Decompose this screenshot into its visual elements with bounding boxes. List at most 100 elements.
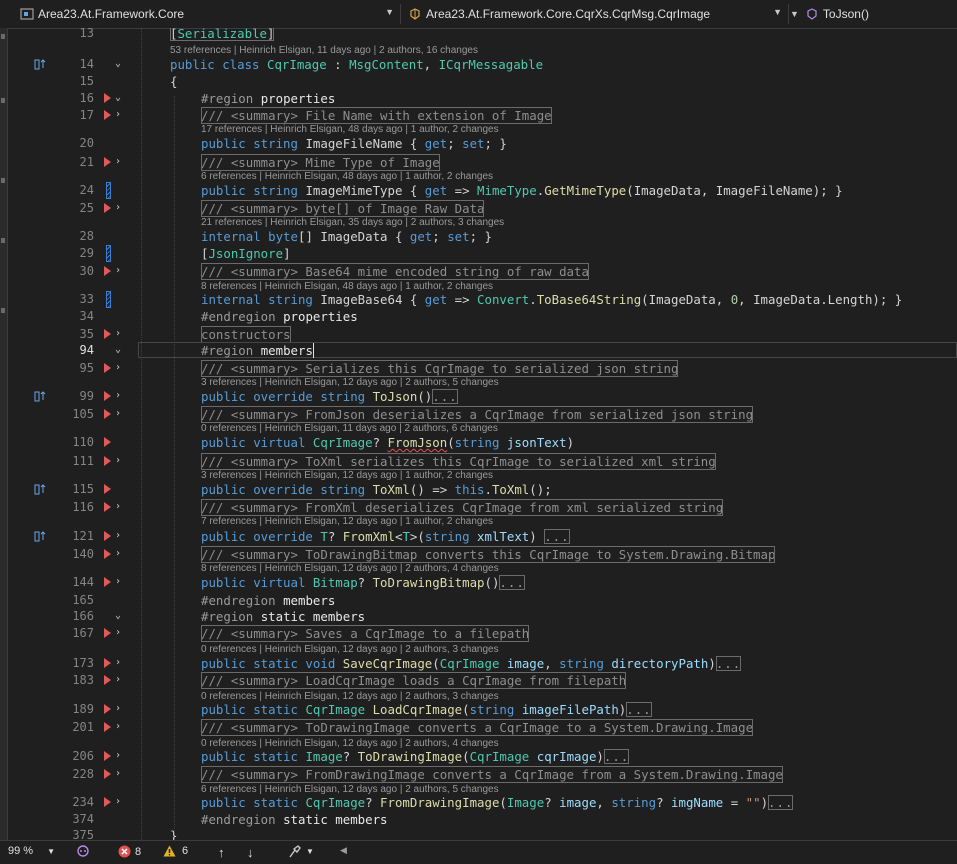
breakpoint-marker[interactable]: [104, 203, 111, 213]
code-editor[interactable]: 13 [Serializable] 53 references | Heinri…: [8, 28, 957, 840]
project-dropdown[interactable]: Area23.At.Framework.Core ▼: [16, 4, 401, 24]
implements-icon[interactable]: [34, 58, 48, 70]
code-line[interactable]: 13 [Serializable]: [8, 28, 957, 42]
breakpoint-marker[interactable]: [104, 722, 111, 732]
breakpoint-marker[interactable]: [104, 409, 111, 419]
breakpoint-marker[interactable]: [104, 502, 111, 512]
expand-chevron-icon[interactable]: ›: [112, 156, 124, 168]
breakpoint-marker[interactable]: [104, 391, 111, 401]
expand-chevron-icon[interactable]: ›: [112, 721, 124, 733]
code-line[interactable]: 24 public string ImageMimeType { get => …: [8, 182, 957, 199]
overrides-icon[interactable]: [34, 530, 48, 542]
code-line[interactable]: 375 }: [8, 827, 957, 840]
breakpoint-marker[interactable]: [104, 456, 111, 466]
expand-chevron-icon[interactable]: ›: [112, 408, 124, 420]
expand-chevron-icon[interactable]: ›: [112, 109, 124, 121]
code-line[interactable]: 173 › public static void SaveCqrImage(Cq…: [8, 655, 957, 672]
breakpoint-marker[interactable]: [104, 675, 111, 685]
expand-chevron-icon[interactable]: ›: [112, 455, 124, 467]
expand-chevron-icon[interactable]: ›: [112, 796, 124, 808]
previous-issue-arrow-icon[interactable]: ↑: [218, 845, 225, 860]
member-dropdown[interactable]: ▼ ToJson(): [790, 4, 957, 24]
breakpoint-marker[interactable]: [104, 531, 111, 541]
copilot-icon[interactable]: [76, 845, 90, 857]
code-line[interactable]: 144 › public virtual Bitmap? ToDrawingBi…: [8, 574, 957, 591]
next-issue-arrow-icon[interactable]: ↓: [247, 845, 254, 860]
scroll-left-arrow-icon[interactable]: ◀: [340, 845, 347, 856]
collapsed-doc-comment[interactable]: /// <summary> ToDrawingImage converts a …: [201, 719, 754, 736]
codelens-text[interactable]: 7 references | Heinrich Elsigan, 12 days…: [201, 516, 493, 527]
breakpoint-marker[interactable]: [104, 797, 111, 807]
code-line[interactable]: 189 › public static CqrImage LoadCqrImag…: [8, 701, 957, 718]
expand-chevron-icon[interactable]: ›: [112, 265, 124, 277]
code-line[interactable]: 121 › public override T? FromXml<T>(stri…: [8, 528, 957, 545]
code-line[interactable]: 33 internal string ImageBase64 { get => …: [8, 291, 957, 308]
code-line[interactable]: 16 ⌄ #region properties: [8, 90, 957, 107]
collapse-chevron-icon[interactable]: ⌄: [112, 610, 124, 622]
breakpoint-marker[interactable]: [104, 484, 111, 494]
zoom-dropdown[interactable]: 99 % ▼: [8, 845, 72, 857]
code-line[interactable]: 167 › /// <summary> Saves a CqrImage to …: [8, 625, 957, 642]
code-line[interactable]: 35 › constructors: [8, 326, 957, 343]
codelens-text[interactable]: 3 references | Heinrich Elsigan, 12 days…: [201, 470, 493, 481]
codelens-text[interactable]: 8 references | Heinrich Elsigan, 12 days…: [201, 563, 499, 574]
collapse-chevron-icon[interactable]: ⌄: [112, 58, 124, 70]
codelens-text[interactable]: 3 references | Heinrich Elsigan, 12 days…: [201, 377, 499, 388]
code-line[interactable]: 234 › public static CqrImage? FromDrawin…: [8, 794, 957, 811]
codelens-text[interactable]: 0 references | Heinrich Elsigan, 12 days…: [201, 644, 499, 655]
expand-chevron-icon[interactable]: ›: [112, 768, 124, 780]
breakpoint-marker[interactable]: [104, 549, 111, 559]
expand-chevron-icon[interactable]: ›: [112, 674, 124, 686]
expand-chevron-icon[interactable]: ›: [112, 576, 124, 588]
code-line[interactable]: 183 › /// <summary> LoadCqrImage loads a…: [8, 672, 957, 689]
breakpoint-marker[interactable]: [104, 658, 111, 668]
code-line-current[interactable]: 94 ⌄ #region members: [8, 342, 957, 359]
code-line[interactable]: 15 {: [8, 73, 957, 90]
collapsed-doc-comment[interactable]: /// <summary> LoadCqrImage loads a CqrIm…: [201, 672, 627, 689]
breakpoint-marker[interactable]: [104, 266, 111, 276]
codelens-text[interactable]: 0 references | Heinrich Elsigan, 11 days…: [201, 423, 498, 434]
code-line[interactable]: 166 ⌄ #region static members: [8, 608, 957, 625]
code-line[interactable]: 165 #endregion members: [8, 592, 957, 609]
expand-chevron-icon[interactable]: ›: [112, 627, 124, 639]
code-line[interactable]: 29 [JsonIgnore]: [8, 245, 957, 262]
errors-indicator[interactable]: 8: [118, 845, 141, 858]
breakpoint-marker[interactable]: [104, 628, 111, 638]
code-line[interactable]: 28 internal byte[] ImageData { get; set;…: [8, 228, 957, 245]
type-dropdown[interactable]: Area23.At.Framework.Core.CqrXs.CqrMsg.Cq…: [404, 4, 789, 24]
code-line[interactable]: 110 public virtual CqrImage? FromJson(st…: [8, 434, 957, 451]
collapsed-doc-comment[interactable]: /// <summary> Saves a CqrImage to a file…: [201, 625, 530, 642]
codelens-text[interactable]: 6 references | Heinrich Elsigan, 48 days…: [201, 171, 493, 182]
code-line[interactable]: 201 › /// <summary> ToDrawingImage conve…: [8, 719, 957, 736]
overrides-icon[interactable]: [34, 483, 48, 495]
code-line[interactable]: 206 › public static Image? ToDrawingImag…: [8, 748, 957, 765]
breakpoint-marker[interactable]: [104, 329, 111, 339]
expand-chevron-icon[interactable]: ›: [112, 202, 124, 214]
expand-chevron-icon[interactable]: ›: [112, 362, 124, 374]
codelens-text[interactable]: 21 references | Heinrich Elsigan, 35 day…: [201, 217, 504, 228]
expand-chevron-icon[interactable]: ›: [112, 548, 124, 560]
code-line[interactable]: 115 public override string ToXml() => th…: [8, 481, 957, 498]
expand-chevron-icon[interactable]: ›: [112, 328, 124, 340]
expand-chevron-icon[interactable]: ›: [112, 703, 124, 715]
codelens-text[interactable]: 53 references | Heinrich Elsigan, 11 day…: [170, 45, 478, 56]
code-line[interactable]: 34 #endregion properties: [8, 308, 957, 325]
expand-chevron-icon[interactable]: ›: [112, 501, 124, 513]
collapse-chevron-icon[interactable]: ⌄: [112, 92, 124, 104]
breakpoint-marker[interactable]: [104, 157, 111, 167]
code-line[interactable]: 99 › public override string ToJson()...: [8, 388, 957, 405]
breakpoint-marker[interactable]: [104, 704, 111, 714]
code-cleanup-brush-icon[interactable]: ▼: [288, 845, 314, 858]
codelens-text[interactable]: 17 references | Heinrich Elsigan, 48 day…: [201, 124, 499, 135]
warnings-indicator[interactable]: 6: [163, 845, 188, 857]
collapse-chevron-icon[interactable]: ⌄: [112, 344, 124, 356]
collapsed-region[interactable]: constructors: [201, 326, 291, 343]
breakpoint-marker[interactable]: [104, 577, 111, 587]
code-line[interactable]: 20 public string ImageFileName { get; se…: [8, 135, 957, 152]
breakpoint-marker[interactable]: [104, 437, 111, 447]
expand-chevron-icon[interactable]: ›: [112, 530, 124, 542]
breakpoint-marker[interactable]: [104, 363, 111, 373]
breakpoint-marker[interactable]: [104, 110, 111, 120]
expand-chevron-icon[interactable]: ›: [112, 390, 124, 402]
expand-chevron-icon[interactable]: ›: [112, 657, 124, 669]
